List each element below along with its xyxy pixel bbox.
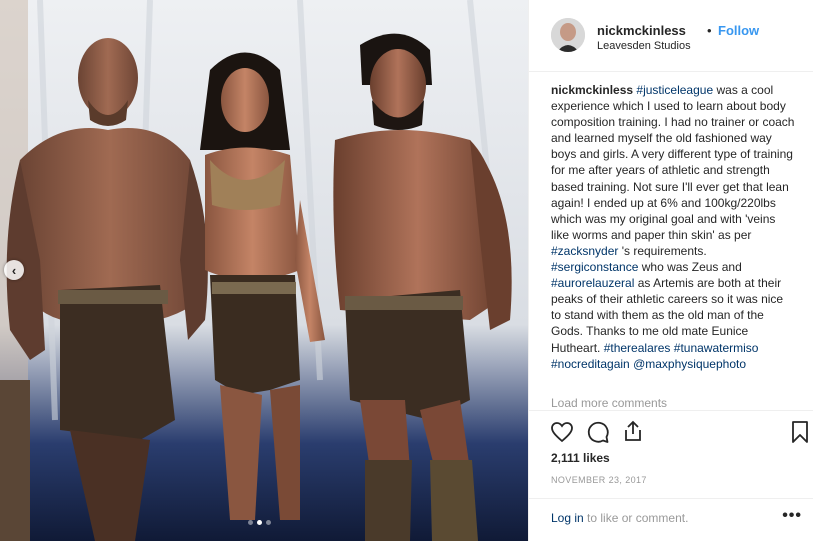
caption-username-link[interactable]: nickmckinless (551, 83, 633, 97)
avatar[interactable] (551, 18, 585, 52)
login-prompt-text: to like or comment. (583, 511, 689, 525)
caption-segment: who was Zeus and (638, 260, 742, 275)
caption-segment: 's requirements. (618, 243, 707, 258)
post-image[interactable]: ‹ (0, 0, 528, 541)
hashtag-link[interactable]: #tunawatermiso (674, 341, 759, 355)
caption-segment: was a cool experience which I used to le… (551, 83, 795, 242)
chevron-left-icon: ‹ (11, 262, 17, 278)
share-icon (625, 420, 641, 441)
hashtag-link[interactable]: #sergiconstance (551, 260, 638, 274)
hashtag-link[interactable]: #nocreditagain (551, 357, 630, 371)
carousel-indicator (248, 520, 271, 525)
post-sidebar: nickmckinless • Follow Leavesden Studios… (528, 0, 813, 541)
likes-count[interactable]: 2,111 likes (551, 451, 610, 465)
save-button[interactable] (787, 419, 813, 445)
login-link[interactable]: Log in (551, 511, 584, 525)
comment-icon (587, 421, 609, 443)
hashtag-link[interactable]: #justiceleague (636, 83, 713, 97)
header-username-link[interactable]: nickmckinless (597, 23, 686, 38)
comment-button[interactable] (585, 419, 611, 445)
caption-text: #justiceleague was a cool experience whi… (551, 83, 794, 371)
hashtag-link[interactable]: #zacksnyder (551, 244, 618, 258)
post-footer: Log in to like or comment. ••• (529, 498, 813, 535)
post-header: nickmckinless • Follow Leavesden Studios (529, 0, 813, 72)
load-more-comments-button[interactable]: Load more comments (551, 396, 667, 410)
header-separator: • (707, 23, 712, 38)
heart-icon (551, 422, 573, 443)
hashtag-link[interactable]: @maxphysiquephoto (633, 357, 746, 371)
login-prompt: Log in to like or comment. (551, 511, 688, 525)
follow-button[interactable]: Follow (718, 23, 759, 38)
post-caption: nickmckinless #justiceleague was a cool … (551, 82, 795, 372)
carousel-dot (266, 520, 271, 525)
profile-photo-icon (551, 18, 585, 52)
like-button[interactable] (549, 419, 575, 445)
carousel-prev-button[interactable]: ‹ (4, 260, 24, 280)
photo-illustration (0, 0, 528, 541)
post-actions: 2,111 likes NOVEMBER 23, 2017 Log in to … (529, 410, 813, 534)
more-options-icon[interactable]: ••• (782, 507, 802, 525)
hashtag-link[interactable]: #therealares (604, 341, 671, 355)
hashtag-link[interactable]: #aurorelauzeral (551, 276, 634, 290)
carousel-dot-active (257, 520, 262, 525)
carousel-dot (248, 520, 253, 525)
post-date: NOVEMBER 23, 2017 (551, 475, 647, 485)
share-button[interactable] (620, 418, 646, 444)
location-link[interactable]: Leavesden Studios (597, 40, 691, 52)
bookmark-icon (792, 421, 808, 443)
